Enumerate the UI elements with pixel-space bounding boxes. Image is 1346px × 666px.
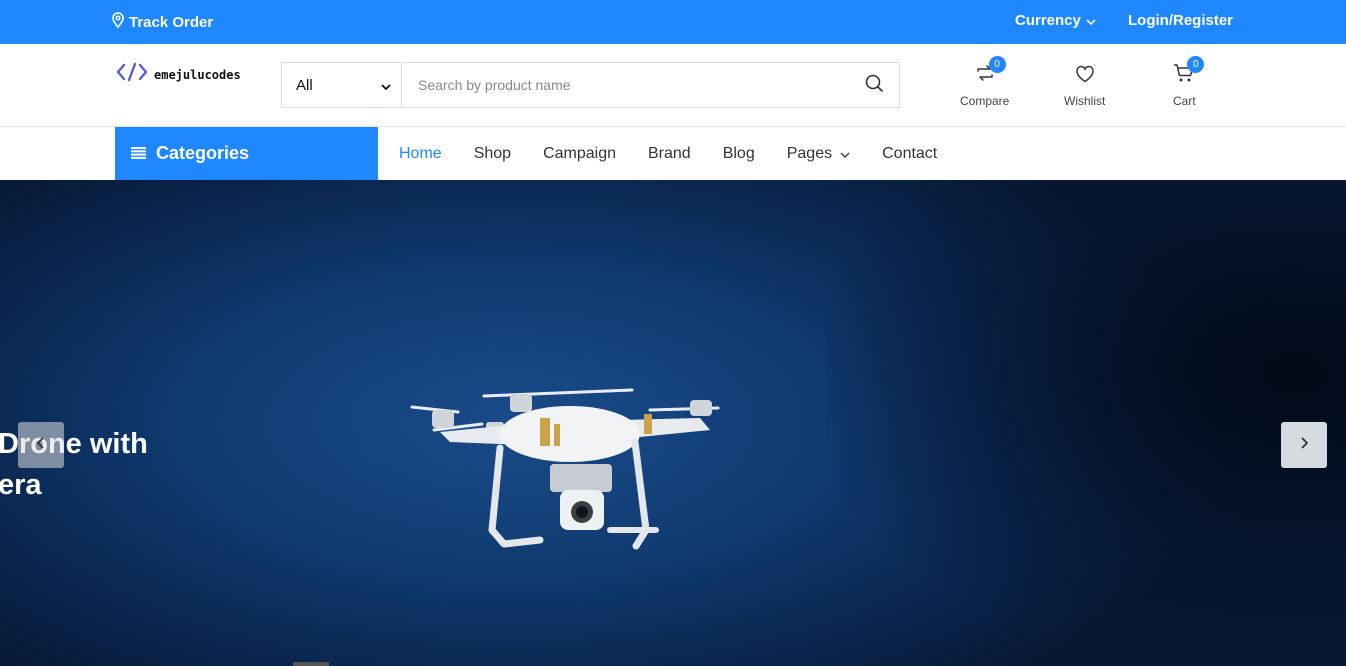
- login-register-link[interactable]: Login/Register: [1128, 12, 1233, 29]
- currency-label: Currency: [1015, 12, 1081, 29]
- track-order-label: Track Order: [129, 13, 214, 31]
- top-bar: Track Order Currency Login/Register: [0, 0, 1346, 44]
- search-bar: All: [281, 62, 900, 108]
- wishlist-label: Wishlist: [1064, 94, 1106, 108]
- category-select[interactable]: All: [282, 63, 402, 107]
- slider-next-button[interactable]: [1281, 422, 1327, 468]
- hero-headline-line-2: era: [0, 469, 42, 501]
- code-brackets-icon: [116, 62, 148, 87]
- nav-item-home[interactable]: Home: [399, 145, 442, 163]
- menu-lines-icon: [131, 143, 146, 164]
- cart-count-badge: 0: [1187, 56, 1205, 73]
- currency-dropdown[interactable]: Currency: [1015, 12, 1096, 29]
- chevron-down-icon: [381, 77, 391, 94]
- nav-item-pages[interactable]: Pages: [787, 145, 850, 163]
- main-nav: Categories Home Shop Campaign Brand Blog…: [0, 127, 1346, 180]
- chevron-left-icon: [36, 436, 45, 454]
- nav-menu: Home Shop Campaign Brand Blog Pages Cont…: [399, 127, 969, 180]
- nav-item-shop[interactable]: Shop: [474, 145, 511, 163]
- drone-image: [400, 380, 730, 575]
- search-icon: [865, 74, 883, 97]
- map-pin-icon: [111, 12, 125, 32]
- compare-button[interactable]: 0 Compare: [960, 56, 1010, 108]
- nav-item-blog[interactable]: Blog: [723, 145, 755, 163]
- hero-slider: Drone with era: [0, 180, 1346, 666]
- search-button[interactable]: [849, 63, 899, 107]
- cart-button[interactable]: 0 Cart: [1173, 56, 1205, 108]
- nav-item-contact[interactable]: Contact: [882, 145, 937, 163]
- nav-item-campaign[interactable]: Campaign: [543, 145, 616, 163]
- chevron-down-icon: [1086, 12, 1096, 29]
- compare-label: Compare: [960, 94, 1010, 108]
- main-header: emejulucodes All 0 Compare: [0, 44, 1346, 127]
- slider-pagination-indicator[interactable]: [293, 662, 329, 666]
- heart-icon: [1075, 65, 1095, 86]
- compare-count-badge: 0: [988, 56, 1006, 73]
- cart-label: Cart: [1173, 94, 1196, 108]
- chevron-down-icon: [840, 145, 850, 163]
- logo-text: emejulucodes: [154, 67, 241, 82]
- chevron-right-icon: [1300, 436, 1309, 454]
- site-logo[interactable]: emejulucodes: [116, 62, 241, 87]
- hero-dark-vignette: [826, 180, 1346, 666]
- nav-item-pages-label: Pages: [786, 144, 833, 162]
- category-selected-value: All: [296, 76, 313, 94]
- wishlist-button[interactable]: Wishlist: [1064, 62, 1105, 108]
- categories-label: Categories: [156, 143, 250, 163]
- categories-button[interactable]: Categories: [115, 127, 378, 180]
- search-input[interactable]: [402, 63, 849, 107]
- slider-prev-button[interactable]: [18, 422, 64, 468]
- nav-item-brand[interactable]: Brand: [648, 145, 691, 163]
- track-order-link[interactable]: Track Order: [111, 12, 213, 32]
